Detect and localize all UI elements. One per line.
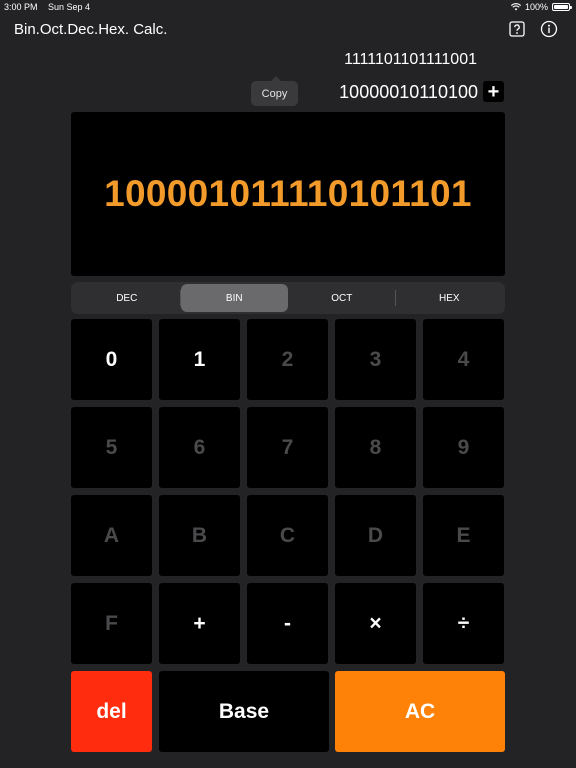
battery-icon (552, 3, 572, 11)
key-7[interactable]: 7 (247, 407, 328, 488)
tab-hex[interactable]: HEX (396, 284, 504, 312)
tab-oct[interactable]: OCT (288, 284, 396, 312)
key-4[interactable]: 4 (423, 319, 504, 400)
tab-bin[interactable]: BIN (180, 284, 288, 312)
key-b[interactable]: B (159, 495, 240, 576)
history-line-1[interactable]: 1111101101111001 (344, 51, 477, 69)
display-value: 100001011110101101 (104, 173, 472, 214)
base-button[interactable]: Base (159, 671, 329, 752)
key-multiply[interactable]: × (335, 583, 416, 664)
key-3[interactable]: 3 (335, 319, 416, 400)
key-5[interactable]: 5 (71, 407, 152, 488)
key-d[interactable]: D (335, 495, 416, 576)
key-a[interactable]: A (71, 495, 152, 576)
delete-button[interactable]: del (71, 671, 152, 752)
key-f[interactable]: F (71, 583, 152, 664)
copy-tooltip[interactable]: Copy (251, 76, 298, 106)
status-bar: 3:00 PM Sun Sep 4 100% (0, 0, 576, 14)
key-2[interactable]: 2 (247, 319, 328, 400)
status-date: Sun Sep 4 (48, 2, 91, 12)
status-time: 3:00 PM (4, 2, 38, 12)
wifi-icon (510, 3, 521, 11)
key-e[interactable]: E (423, 495, 504, 576)
key-0[interactable]: 0 (71, 319, 152, 400)
key-divide[interactable]: ÷ (423, 583, 504, 664)
base-selector[interactable]: DEC BIN OCT HEX (71, 282, 505, 314)
key-6[interactable]: 6 (159, 407, 240, 488)
key-plus[interactable]: + (159, 583, 240, 664)
key-c[interactable]: C (247, 495, 328, 576)
key-minus[interactable]: - (247, 583, 328, 664)
all-clear-button[interactable]: AC (335, 671, 505, 752)
status-right: 100% (510, 2, 572, 12)
result-display[interactable]: 100001011110101101 (71, 112, 505, 276)
info-circle-icon[interactable] (540, 20, 558, 38)
key-8[interactable]: 8 (335, 407, 416, 488)
question-box-icon[interactable] (508, 20, 526, 38)
key-1[interactable]: 1 (159, 319, 240, 400)
history-line-2[interactable]: 10000010110100 (339, 82, 478, 103)
tab-dec[interactable]: DEC (73, 284, 181, 312)
key-9[interactable]: 9 (423, 407, 504, 488)
battery-percent: 100% (524, 2, 548, 12)
add-button[interactable]: + (483, 81, 504, 102)
app-title: Bin.Oct.Dec.Hex. Calc. (14, 21, 168, 38)
